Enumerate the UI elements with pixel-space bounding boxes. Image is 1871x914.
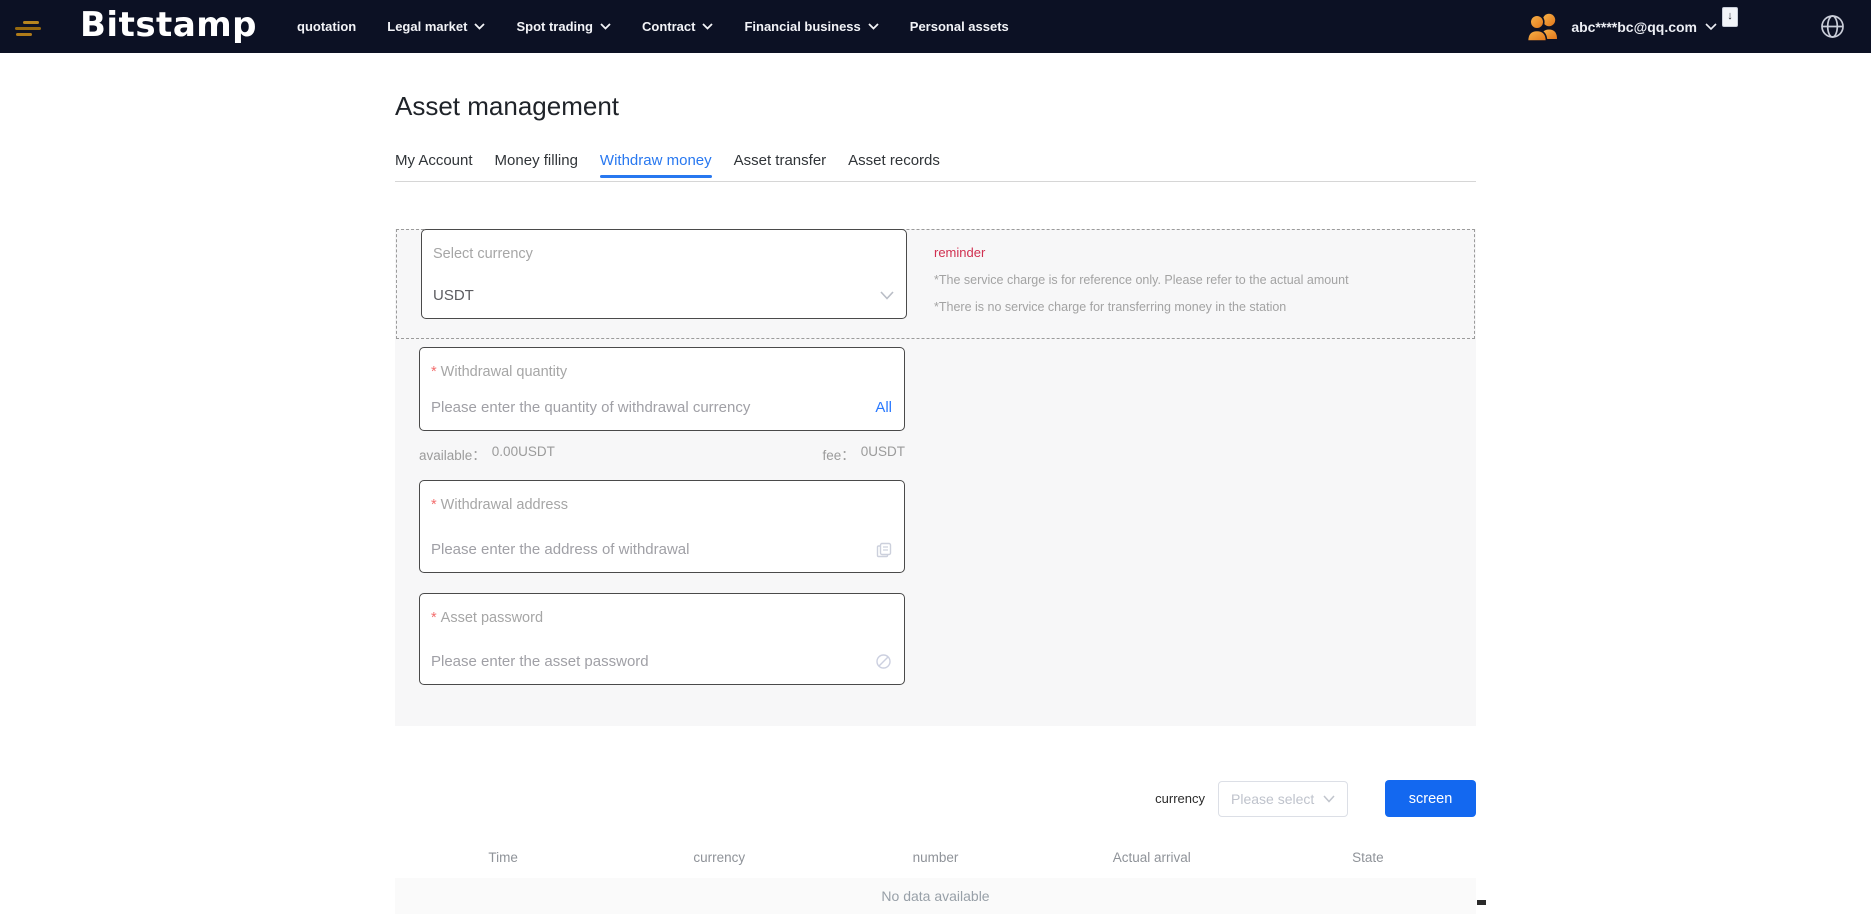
tabs-divider <box>395 181 1476 182</box>
nav-item-contract[interactable]: Contract <box>642 19 713 34</box>
required-asterisk: * <box>431 497 437 513</box>
tab-withdraw-money[interactable]: Withdraw money <box>600 152 712 178</box>
nav-item-financial-business[interactable]: Financial business <box>744 19 878 34</box>
chevron-down-icon <box>702 23 713 30</box>
asset-password-field: *Asset password <box>419 593 905 685</box>
account-email: abc****bc@qq.com <box>1571 19 1697 35</box>
chevron-down-icon <box>868 23 879 30</box>
records-filter-row: currency Please select screen <box>395 780 1476 817</box>
withdrawal-address-field: *Withdrawal address <box>419 480 905 573</box>
tab-asset-records[interactable]: Asset records <box>848 152 940 178</box>
chevron-down-icon <box>880 291 894 300</box>
column-header-actual-arrival: Actual arrival <box>1044 850 1260 865</box>
copy-icon[interactable] <box>876 542 892 558</box>
reminder-line-1: *The service charge is for reference onl… <box>934 273 1349 287</box>
asset-password-input[interactable] <box>431 653 865 670</box>
withdrawal-quantity-input[interactable] <box>431 399 875 416</box>
fee-label: fee： <box>822 444 854 464</box>
currency-filter-label: currency <box>1155 791 1205 806</box>
nav-item-personal-assets[interactable]: Personal assets <box>910 19 1009 34</box>
topbar-right: abc****bc@qq.com ↓ <box>1525 11 1845 42</box>
column-header-state: State <box>1260 850 1476 865</box>
tab-my-account[interactable]: My Account <box>395 152 473 178</box>
asset-tabs: My Account Money filling Withdraw money … <box>395 152 1476 178</box>
fee-value: 0USDT <box>861 444 905 464</box>
nav-item-spot-trading[interactable]: Spot trading <box>516 19 611 34</box>
column-header-time: Time <box>395 850 611 865</box>
column-header-number: number <box>827 850 1043 865</box>
available-value: 0.00USDT <box>492 444 555 464</box>
available-fee-row: available： 0.00USDT fee： 0USDT <box>419 444 905 464</box>
page-title: Asset management <box>395 91 1476 122</box>
language-globe-icon[interactable] <box>1820 14 1845 39</box>
top-navigation-bar: Bitstamp quotation Legal market Spot tra… <box>0 0 1871 53</box>
download-icon[interactable]: ↓ <box>1722 7 1738 27</box>
withdrawal-quantity-field: *Withdrawal quantity All <box>419 347 905 431</box>
chevron-down-icon <box>474 23 485 30</box>
user-avatar-icon <box>1525 11 1563 42</box>
chevron-down-icon <box>1323 790 1335 808</box>
asset-management-page: Asset management My Account Money fillin… <box>395 91 1476 914</box>
required-asterisk: * <box>431 610 437 626</box>
brand-logo[interactable]: Bitstamp <box>80 8 257 46</box>
withdrawal-address-label: *Withdrawal address <box>431 497 892 513</box>
column-header-currency: currency <box>611 850 827 865</box>
tab-asset-transfer[interactable]: Asset transfer <box>734 152 827 178</box>
currency-filter-select[interactable]: Please select <box>1218 781 1348 817</box>
empty-table-row: No data available <box>395 878 1476 914</box>
currency-and-reminder-region: Select currency USDT reminder *The servi… <box>396 229 1475 339</box>
nav-item-quotation[interactable]: quotation <box>297 19 356 34</box>
cursor-artifact <box>1477 900 1486 905</box>
no-data-text: No data available <box>881 888 989 904</box>
withdrawal-quantity-label: *Withdrawal quantity <box>431 364 892 380</box>
required-asterisk: * <box>431 364 437 380</box>
all-button[interactable]: All <box>875 399 892 416</box>
records-table-header: Time currency number Actual arrival Stat… <box>395 850 1476 865</box>
asset-password-label: *Asset password <box>431 610 892 626</box>
account-menu[interactable]: abc****bc@qq.com <box>1525 11 1716 42</box>
nav-item-legal-market[interactable]: Legal market <box>387 19 485 34</box>
withdraw-form-panel: Select currency USDT reminder *The servi… <box>395 229 1476 726</box>
currency-filter-placeholder: Please select <box>1231 791 1314 807</box>
screen-button[interactable]: screen <box>1385 780 1476 817</box>
reminder-title: reminder <box>934 245 1349 260</box>
select-currency-label: Select currency <box>433 246 894 262</box>
main-nav: quotation Legal market Spot trading Cont… <box>297 19 1009 34</box>
withdrawal-address-input[interactable] <box>431 541 866 558</box>
reminder-line-2: *There is no service charge for transfer… <box>934 300 1349 314</box>
chevron-down-icon <box>600 23 611 30</box>
reminder-block: reminder *The service charge is for refe… <box>934 230 1349 338</box>
select-currency-dropdown[interactable]: Select currency USDT <box>421 229 907 319</box>
tab-money-filling[interactable]: Money filling <box>495 152 578 178</box>
available-label: available： <box>419 444 486 464</box>
eye-off-icon[interactable] <box>875 653 892 670</box>
hamburger-menu-icon[interactable] <box>14 21 48 37</box>
selected-currency-value: USDT <box>433 287 870 304</box>
chevron-down-icon <box>1705 23 1716 30</box>
